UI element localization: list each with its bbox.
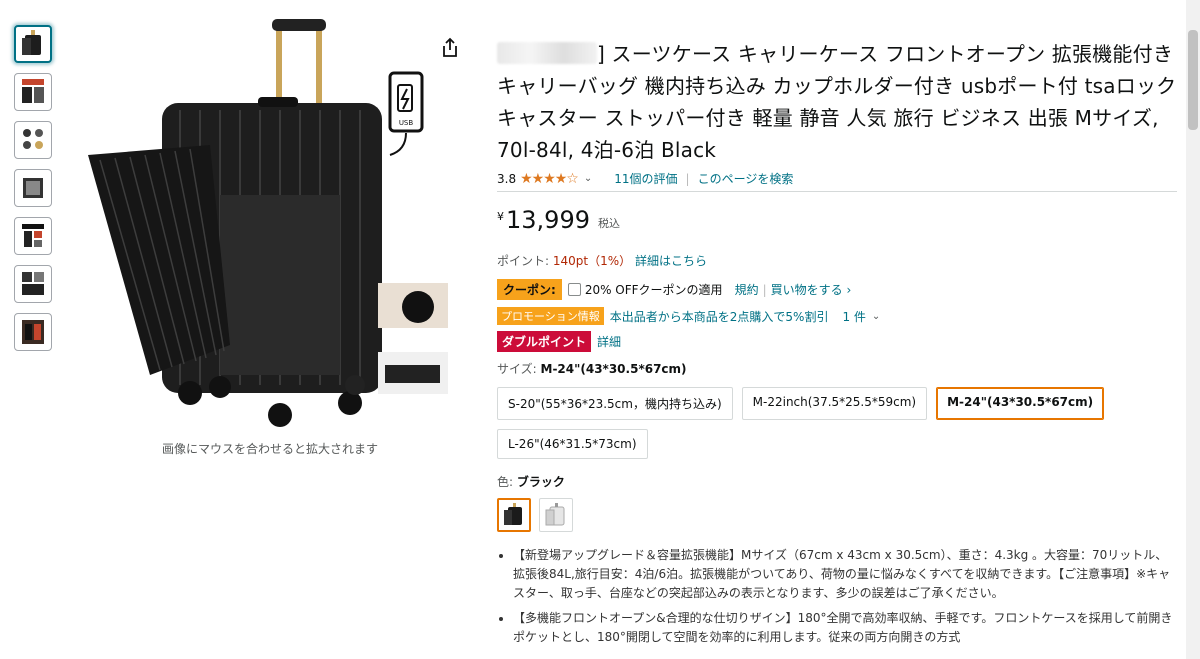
size-thumb-icon	[22, 320, 44, 344]
zoom-hint: 画像にマウスを合わせると拡大されます	[161, 442, 378, 456]
thumbnail-2[interactable]	[14, 73, 52, 111]
size-label: サイズ: M-24"(43*30.5*67cm)	[497, 360, 1177, 377]
size-option-m22[interactable]: M-22inch(37.5*25.5*59cm)	[741, 387, 928, 420]
infographic-thumb-icon	[22, 79, 44, 103]
scrollbar-thumb[interactable]	[1188, 30, 1198, 130]
coupon-terms-link[interactable]: 規約	[735, 281, 759, 298]
size-selected: M-24"(43*30.5*67cm)	[540, 362, 687, 376]
feature-bullet: 【多機能フロントオープン&合理的な仕切りザイン】180°全開で高効率収納、手軽で…	[513, 609, 1173, 647]
promotion-row: プロモーション情報 本出品者から本商品を2点購入で5%割引 1 件 ⌄	[497, 307, 1177, 325]
feature-thumb-icon	[22, 224, 44, 247]
divider: |	[685, 171, 690, 186]
thumbnail-1[interactable]	[14, 25, 52, 63]
color-swatches	[497, 498, 1177, 532]
points-details-link[interactable]: 詳細はこちら	[635, 254, 707, 268]
thumbnail-3[interactable]	[14, 121, 52, 159]
feature-bullet: 【新登場アップグレード＆容量拡張機能】Mサイズ（67cm x 43cm x 30…	[513, 546, 1173, 603]
thumbnail-4[interactable]	[14, 169, 52, 207]
size-options: S-20"(55*36*23.5cm，機内持ち込み) M-22inch(37.5…	[497, 387, 1177, 459]
double-point-badge: ダブルポイント	[497, 331, 592, 352]
chevron-down-icon[interactable]: ⌄	[584, 173, 592, 184]
color-label-text: 色:	[497, 475, 517, 489]
size-label-text: サイズ:	[497, 362, 541, 376]
promotion-badge: プロモーション情報	[497, 307, 604, 325]
tax-label: 税込	[597, 217, 620, 230]
double-point-row: ダブルポイント 詳細	[497, 331, 1177, 352]
reviews-link[interactable]: 11個の評価	[614, 170, 677, 187]
detail-thumb-icon	[22, 272, 44, 295]
star-rating[interactable]: ★★★★☆	[520, 171, 579, 187]
thumbnail-list	[14, 25, 56, 361]
coupon-row: クーポン: 20% OFFクーポンの適用 規約 | 買い物をする ›	[497, 279, 1177, 300]
rating-row: 3.8 ★★★★☆ ⌄ 11個の評価 | このページを検索	[497, 170, 1177, 192]
product-detail: ] スーツケース キャリーケース フロントオープン 拡張機能付き キャリーバッグ…	[497, 38, 1177, 653]
size-option-s20[interactable]: S-20"(55*36*23.5cm，機内持ち込み)	[497, 387, 733, 420]
color-swatch-white[interactable]	[539, 498, 573, 532]
suitcase-thumb-icon	[22, 30, 41, 55]
chevron-down-icon[interactable]: ⌄	[872, 311, 880, 322]
black-suitcase-icon	[504, 503, 522, 525]
product-title: ] スーツケース キャリーケース フロントオープン 拡張機能付き キャリーバッグ…	[497, 38, 1177, 166]
color-label: 色: ブラック	[497, 473, 1177, 490]
coupon-shop-link[interactable]: 買い物をする ›	[771, 281, 852, 298]
price-value: 13,999	[506, 206, 590, 234]
price-symbol: ¥	[497, 210, 504, 223]
parts-thumb-icon	[23, 129, 43, 149]
scrollbar[interactable]	[1186, 0, 1200, 659]
coupon-badge: クーポン:	[497, 279, 562, 300]
rating-value: 3.8	[497, 171, 517, 186]
color-swatch-black[interactable]	[497, 498, 531, 532]
double-point-details-link[interactable]: 詳細	[597, 333, 621, 350]
feature-bullets: 【新登場アップグレード＆容量拡張機能】Mサイズ（67cm x 43cm x 30…	[497, 546, 1173, 647]
size-option-l26[interactable]: L-26"(46*31.5*73cm)	[497, 429, 648, 459]
share-icon[interactable]	[440, 37, 460, 59]
coupon-checkbox[interactable]	[567, 283, 581, 296]
points-label: ポイント:	[497, 254, 553, 268]
points-row: ポイント: 140pt（1%） 詳細はこちら	[497, 252, 1177, 269]
open-case-thumb-icon	[23, 178, 43, 198]
white-suitcase-icon	[545, 503, 565, 526]
product-main-image[interactable]: USB	[80, 15, 460, 435]
usb-label: USB	[399, 119, 414, 127]
points-value: 140pt（1%）	[552, 254, 632, 268]
thumbnail-5[interactable]	[14, 217, 52, 255]
price: ¥ 13,999 税込	[497, 206, 1177, 234]
color-selected: ブラック	[516, 475, 565, 489]
size-option-m24[interactable]: M-24"(43*30.5*67cm)	[936, 387, 1105, 420]
divider: |	[762, 282, 767, 297]
promotion-count[interactable]: 1 件	[842, 308, 865, 325]
promotion-text[interactable]: 本出品者から本商品を2点購入で5%割引	[610, 308, 829, 325]
coupon-text[interactable]: 20% OFFクーポンの適用	[585, 281, 723, 298]
product-title-text: ] スーツケース キャリーケース フロントオープン 拡張機能付き キャリーバッグ…	[497, 42, 1177, 162]
brand-name-blurred[interactable]	[497, 42, 597, 64]
thumbnail-7[interactable]	[14, 313, 52, 351]
thumbnail-6[interactable]	[14, 265, 52, 303]
search-page-link[interactable]: このページを検索	[698, 170, 794, 187]
